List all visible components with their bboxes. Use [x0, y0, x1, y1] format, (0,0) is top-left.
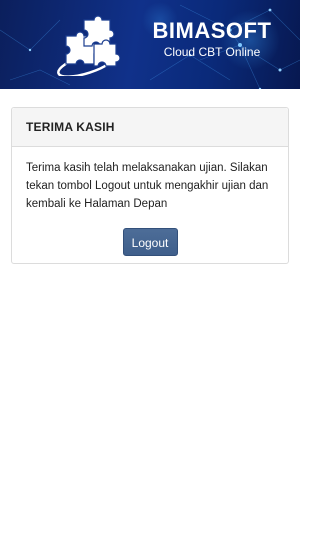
puzzle-globe-icon [57, 15, 120, 76]
thank-you-message: Terima kasih telah melaksanakan ujian. S… [26, 162, 269, 210]
brand-subtitle: Cloud CBT Online [163, 45, 261, 59]
brand-title: BIMASOFT [152, 18, 272, 43]
logout-button[interactable]: Logout [122, 228, 178, 256]
thank-you-panel: TERIMA KASIH Terima kasih telah melaksan… [11, 107, 289, 264]
panel-heading: TERIMA KASIH [12, 108, 288, 147]
panel-title: TERIMA KASIH [26, 120, 115, 134]
app-header: BIMASOFT Cloud CBT Online [0, 0, 300, 89]
panel-body: Terima kasih telah melaksanakan ujian. S… [12, 147, 288, 256]
button-wrapper: Logout [26, 228, 274, 256]
brand: BIMASOFT Cloud CBT Online [128, 18, 296, 60]
